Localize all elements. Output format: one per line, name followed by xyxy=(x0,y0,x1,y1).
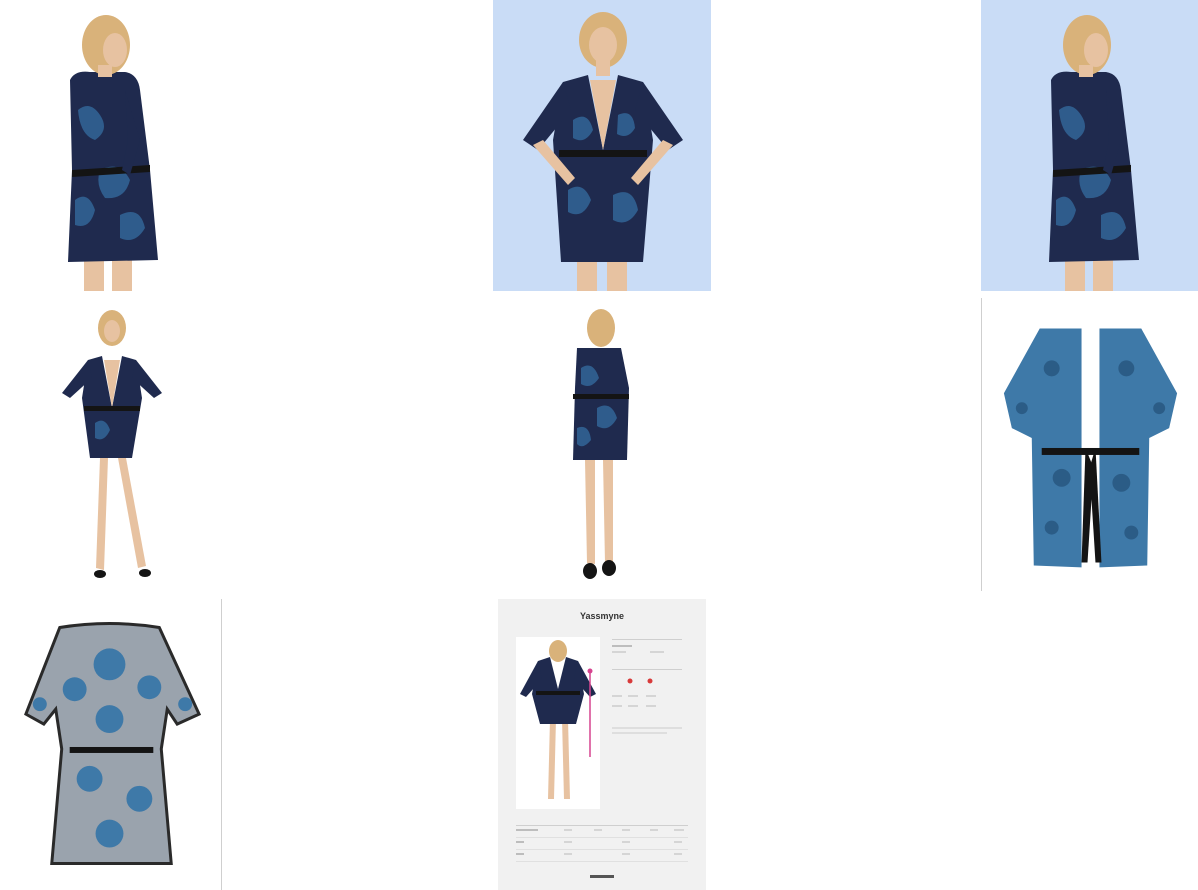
model-front-view-illustration xyxy=(493,0,711,291)
product-front-flat-illustration xyxy=(982,298,1198,591)
model-full-back-white-image[interactable] xyxy=(493,298,711,591)
model-full-front-illustration xyxy=(0,298,215,591)
product-image-gallery: Yassmyne xyxy=(0,0,1198,890)
size-chart-card[interactable]: Yassmyne xyxy=(498,599,706,890)
model-front-view-blue-image[interactable] xyxy=(493,0,711,291)
product-front-flat-image[interactable] xyxy=(981,298,1198,591)
product-back-flat-image[interactable] xyxy=(0,599,222,890)
size-card-illustration xyxy=(516,637,688,878)
model-back-view-blue-image[interactable] xyxy=(981,0,1198,291)
model-back-view-blue-illustration xyxy=(981,0,1198,291)
model-back-view-illustration xyxy=(0,0,215,291)
model-full-back-illustration xyxy=(493,298,711,591)
model-full-front-white-image[interactable] xyxy=(0,298,215,591)
model-back-view-white-image[interactable] xyxy=(0,0,215,291)
product-back-flat-illustration xyxy=(0,599,221,890)
